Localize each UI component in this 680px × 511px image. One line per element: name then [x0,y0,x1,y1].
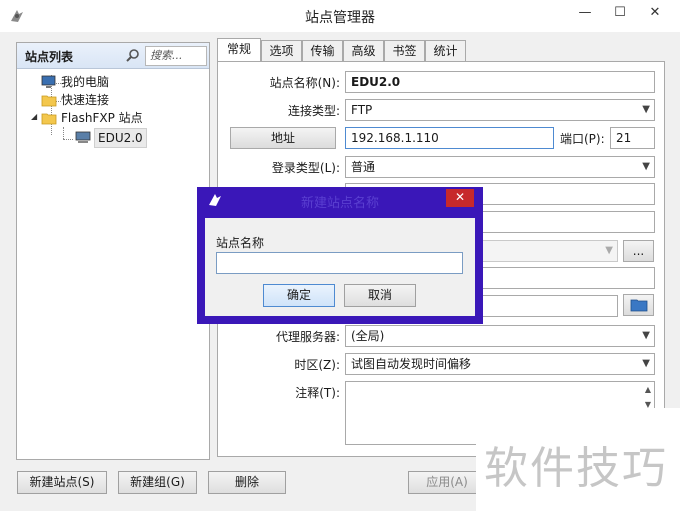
proxy-select[interactable]: (全局) ▼ [345,325,655,347]
tree-connector [63,139,73,140]
address-button[interactable]: 地址 [230,127,336,149]
title-bar: 站点管理器 — ☐ ✕ [0,0,680,32]
folder-icon [41,95,57,107]
apply-button[interactable]: 应用(A) [408,471,486,494]
dialog-site-name-label: 站点名称 [216,236,265,250]
port-field[interactable]: 21 [610,127,655,149]
scroll-up-icon[interactable]: ▲ [645,385,651,394]
site-list-pane: 站点列表 搜索... 我的电脑 快速连接 ◢ FlashFXP 站点 EDU2.… [16,42,210,460]
dialog-body: 站点名称 确定 取消 [205,218,475,316]
chevron-down-icon: ▼ [642,161,650,172]
tab-bookmarks[interactable]: 书签 [384,40,425,62]
dialog-title: 新建站点名称 [300,196,379,211]
proxy-label: 代理服务器: [275,330,340,344]
tree-item-label: EDU2.0 [94,128,147,148]
tree-item-label: FlashFXP 站点 [61,111,143,125]
site-name-label: 站点名称(N): [269,76,340,90]
timezone-label: 时区(Z): [294,358,340,372]
site-manager-window: 站点管理器 — ☐ ✕ 站点列表 搜索... 我的电脑 快速连接 ◢ Flash… [0,0,680,511]
connection-type-select[interactable]: FTP ▼ [345,99,655,121]
proxy-value: (全局) [351,329,385,343]
site-name-field[interactable]: EDU2.0 [345,71,655,93]
connection-type-value: FTP [351,103,373,117]
watermark-text: 软件技巧 [484,443,668,494]
new-site-dialog: 新建站点名称 站点名称 确定 取消 [197,187,483,324]
site-list-header: 站点列表 搜索... [17,43,209,69]
dialog-close-button[interactable]: ✕ [446,189,474,207]
address-field[interactable]: 192.168.1.110 [345,127,554,149]
new-site-button[interactable]: 新建站点(S) [17,471,107,494]
collapse-arrow-icon[interactable]: ◢ [31,112,39,121]
connection-type-label: 连接类型: [287,104,340,118]
browse-button[interactable]: ... [623,240,654,262]
tree-item-label: 我的电脑 [61,75,110,89]
computer-icon [41,75,56,88]
close-button[interactable]: ✕ [638,0,672,26]
tree-connector [63,127,64,139]
chevron-down-icon: ▼ [642,330,650,341]
tab-general[interactable]: 常规 [217,38,261,62]
tab-advanced[interactable]: 高级 [343,40,384,62]
tree-item-label: 快速连接 [61,93,110,107]
timezone-select[interactable]: 试图自动发现时间偏移 ▼ [345,353,655,375]
site-list-title: 站点列表 [25,50,74,64]
minimize-button[interactable]: — [568,0,602,26]
port-label: 端口(P): [560,132,605,146]
timezone-value: 试图自动发现时间偏移 [351,357,472,371]
tab-transfer[interactable]: 传输 [302,40,343,62]
delete-button[interactable]: 删除 [208,471,286,494]
cancel-button[interactable]: 取消 [344,284,416,307]
folder-open-icon [41,113,57,125]
chevron-down-icon: ▼ [605,245,613,256]
ok-button[interactable]: 确定 [263,284,335,307]
open-folder-button[interactable] [623,294,654,316]
login-type-value: 普通 [351,160,376,174]
folder-icon [630,299,647,312]
site-search-input[interactable]: 搜索... [145,46,207,66]
search-icon[interactable] [125,48,141,64]
chevron-down-icon: ▼ [642,104,650,115]
login-type-select[interactable]: 普通 ▼ [345,156,655,178]
dialog-title-bar: 新建站点名称 [197,187,483,211]
notes-label: 注释(T): [295,386,340,400]
tab-statistics[interactable]: 统计 [425,40,466,62]
maximize-button[interactable]: ☐ [603,0,637,26]
chevron-down-icon: ▼ [642,358,650,369]
server-icon [75,131,91,143]
tab-options[interactable]: 选项 [261,40,302,62]
new-group-button[interactable]: 新建组(G) [118,471,197,494]
dialog-site-name-input[interactable] [216,252,463,274]
login-type-label: 登录类型(L): [271,161,340,175]
